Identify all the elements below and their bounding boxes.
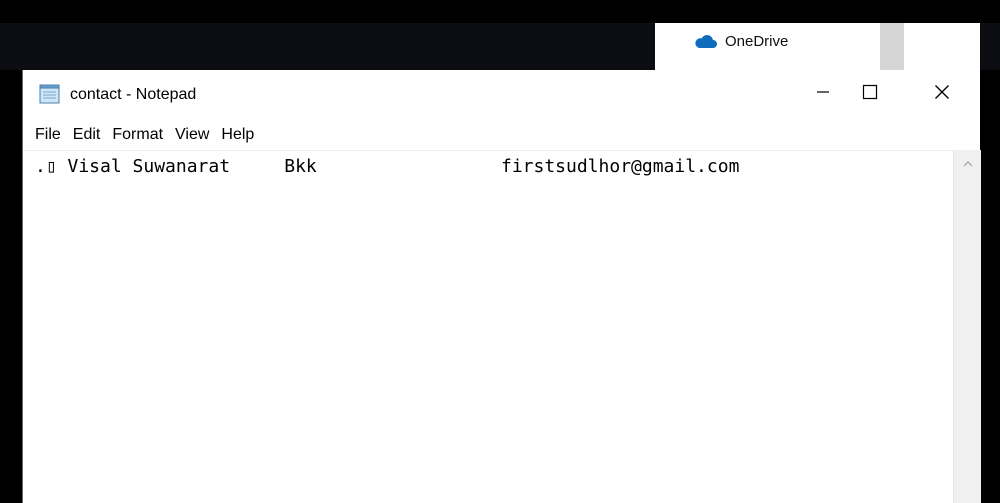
onedrive-cloud-icon — [693, 33, 717, 49]
menu-edit[interactable]: Edit — [67, 123, 107, 147]
onedrive-panel-scrollbar[interactable] — [880, 23, 904, 70]
onedrive-item[interactable]: OneDrive — [693, 29, 788, 53]
onedrive-label: OneDrive — [725, 32, 789, 50]
menu-view[interactable]: View — [169, 123, 215, 147]
maximize-icon — [862, 84, 878, 105]
menu-format[interactable]: Format — [106, 123, 169, 147]
notepad-window: contact - Notepad File Edit Format View … — [22, 70, 981, 503]
window-title: contact - Notepad — [70, 86, 197, 103]
maximize-button[interactable] — [847, 70, 893, 118]
close-icon — [934, 84, 950, 105]
scroll-up-button[interactable] — [954, 150, 982, 176]
vertical-scrollbar[interactable] — [953, 150, 981, 503]
menu-help[interactable]: Help — [215, 123, 260, 147]
notepad-icon — [39, 84, 61, 104]
minimize-button[interactable] — [800, 70, 846, 118]
editor-text-line[interactable]: .▯ Visal Suwanarat Bkk firstsudlhor@gmai… — [35, 155, 739, 179]
menu-bar: File Edit Format View Help — [23, 122, 980, 148]
close-button[interactable] — [919, 70, 965, 118]
title-bar[interactable]: contact - Notepad — [23, 70, 980, 120]
menu-file[interactable]: File — [23, 123, 67, 147]
text-editor[interactable]: .▯ Visal Suwanarat Bkk firstsudlhor@gmai… — [23, 150, 953, 503]
minimize-icon — [816, 85, 830, 104]
chevron-up-icon — [963, 154, 973, 172]
